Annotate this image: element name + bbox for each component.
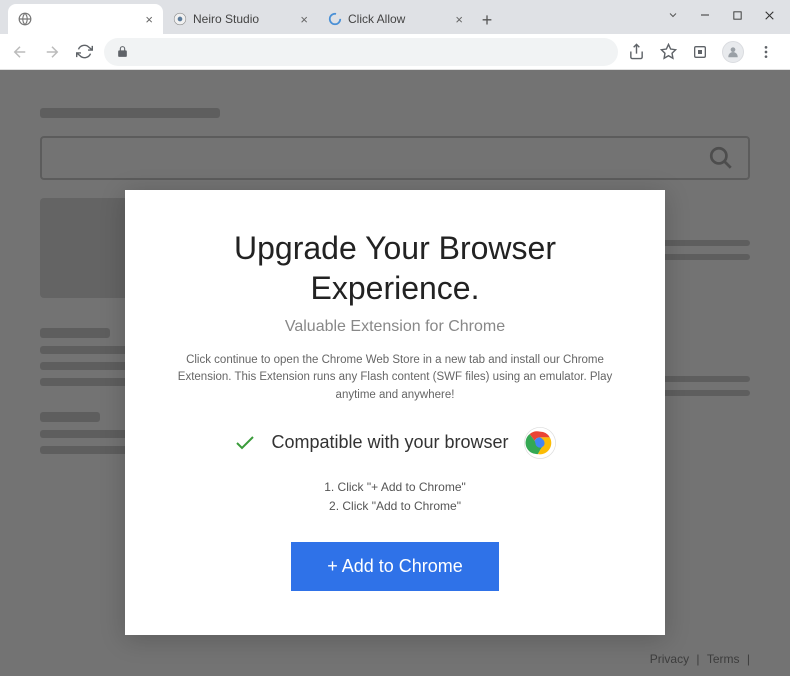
step-2: 2. Click "Add to Chrome" xyxy=(175,497,615,516)
address-bar[interactable] xyxy=(104,38,618,66)
close-window-icon[interactable] xyxy=(762,8,776,22)
tab-neiro[interactable]: Neiro Studio × xyxy=(163,4,318,34)
toolbar xyxy=(0,34,790,70)
chrome-logo-icon xyxy=(523,426,557,460)
forward-button[interactable] xyxy=(40,40,64,64)
close-icon[interactable]: × xyxy=(145,12,153,27)
add-to-chrome-button[interactable]: + Add to Chrome xyxy=(291,542,499,591)
compatible-text: Compatible with your browser xyxy=(271,432,508,453)
window-controls xyxy=(652,0,790,30)
checkmark-icon xyxy=(233,431,257,455)
extensions-icon[interactable] xyxy=(690,42,710,62)
bookmark-icon[interactable] xyxy=(658,42,678,62)
upgrade-modal: Upgrade Your Browser Experience. Valuabl… xyxy=(125,190,665,635)
install-steps: 1. Click "+ Add to Chrome" 2. Click "Add… xyxy=(175,478,615,516)
step-1: 1. Click "+ Add to Chrome" xyxy=(175,478,615,497)
new-tab-button[interactable]: + xyxy=(473,6,501,34)
compatibility-row: Compatible with your browser xyxy=(175,426,615,460)
browser-window: × Neiro Studio × Click Allow × + xyxy=(0,0,790,676)
titlebar: × Neiro Studio × Click Allow × + xyxy=(0,0,790,34)
share-icon[interactable] xyxy=(626,42,646,62)
menu-icon[interactable] xyxy=(756,42,776,62)
profile-avatar[interactable] xyxy=(722,41,744,63)
allow-favicon-icon xyxy=(328,12,342,26)
neiro-favicon-icon xyxy=(173,12,187,26)
back-button[interactable] xyxy=(8,40,32,64)
minimize-icon[interactable] xyxy=(698,8,712,22)
page-content: Privacy | Terms | PC risk.com Upgrade Yo… xyxy=(0,70,790,676)
modal-subheading: Valuable Extension for Chrome xyxy=(175,318,615,336)
tab-active[interactable]: × xyxy=(8,4,163,34)
close-icon[interactable]: × xyxy=(455,12,463,27)
reload-button[interactable] xyxy=(72,40,96,64)
tab-strip: × Neiro Studio × Click Allow × + xyxy=(0,0,501,34)
toolbar-right xyxy=(626,41,782,63)
tab-title: Neiro Studio xyxy=(193,12,294,26)
tab-title: Click Allow xyxy=(348,12,449,26)
modal-description: Click continue to open the Chrome Web St… xyxy=(175,352,615,404)
maximize-icon[interactable] xyxy=(730,8,744,22)
chevron-down-icon[interactable] xyxy=(666,8,680,22)
modal-heading: Upgrade Your Browser Experience. xyxy=(175,228,615,308)
tab-click-allow[interactable]: Click Allow × xyxy=(318,4,473,34)
globe-icon xyxy=(18,12,32,26)
lock-icon xyxy=(116,45,129,58)
close-icon[interactable]: × xyxy=(300,12,308,27)
